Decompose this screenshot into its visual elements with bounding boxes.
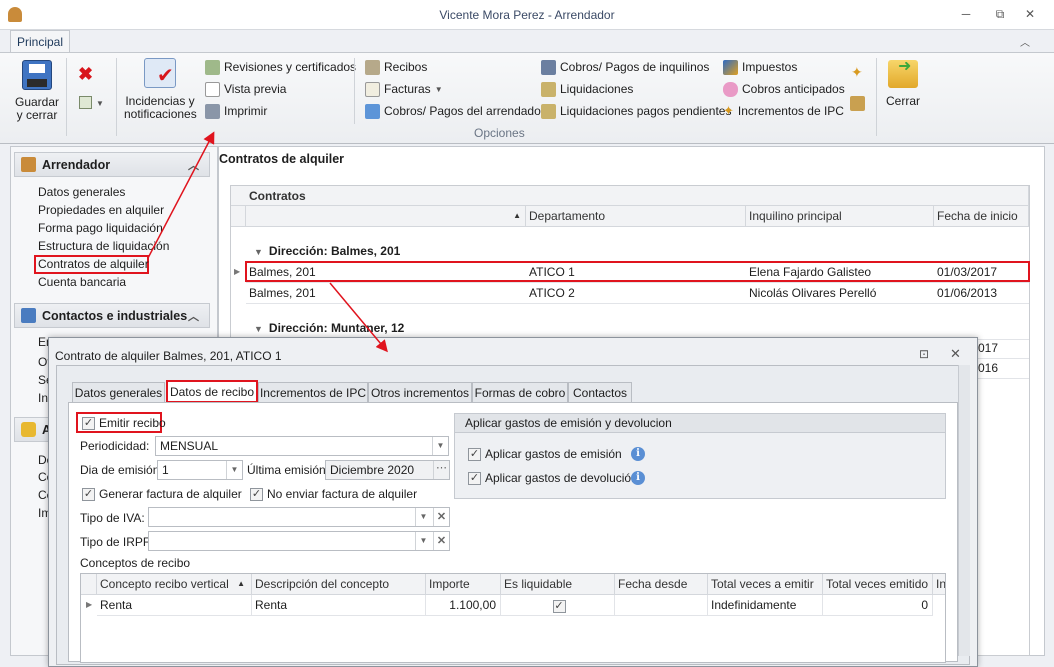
annotation-arrows <box>147 131 388 353</box>
arrow-to-title <box>147 131 215 259</box>
arrow-to-dialog <box>329 282 388 353</box>
